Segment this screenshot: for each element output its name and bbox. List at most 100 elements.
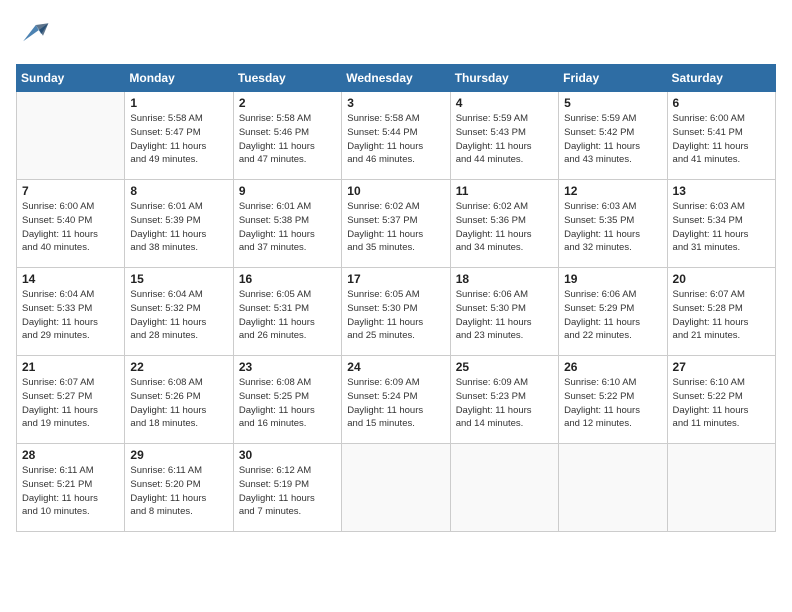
calendar-cell	[559, 444, 667, 532]
day-number: 12	[564, 184, 661, 198]
calendar-cell: 13 Sunrise: 6:03 AM Sunset: 5:34 PM Dayli…	[667, 180, 775, 268]
day-number: 21	[22, 360, 119, 374]
day-number: 28	[22, 448, 119, 462]
calendar-cell	[17, 92, 125, 180]
day-number: 8	[130, 184, 227, 198]
day-number: 17	[347, 272, 444, 286]
day-info: Sunrise: 6:11 AM Sunset: 5:20 PM Dayligh…	[130, 464, 227, 519]
day-number: 13	[673, 184, 770, 198]
day-number: 27	[673, 360, 770, 374]
calendar-cell: 16 Sunrise: 6:05 AM Sunset: 5:31 PM Dayli…	[233, 268, 341, 356]
calendar-cell: 4 Sunrise: 5:59 AM Sunset: 5:43 PM Daylig…	[450, 92, 558, 180]
day-info: Sunrise: 6:10 AM Sunset: 5:22 PM Dayligh…	[564, 376, 661, 431]
day-info: Sunrise: 6:03 AM Sunset: 5:34 PM Dayligh…	[673, 200, 770, 255]
day-info: Sunrise: 6:05 AM Sunset: 5:31 PM Dayligh…	[239, 288, 336, 343]
day-number: 22	[130, 360, 227, 374]
day-info: Sunrise: 6:12 AM Sunset: 5:19 PM Dayligh…	[239, 464, 336, 519]
weekday-header-saturday: Saturday	[667, 65, 775, 92]
day-info: Sunrise: 5:59 AM Sunset: 5:43 PM Dayligh…	[456, 112, 553, 167]
calendar-cell: 2 Sunrise: 5:58 AM Sunset: 5:46 PM Daylig…	[233, 92, 341, 180]
day-number: 11	[456, 184, 553, 198]
calendar-cell: 22 Sunrise: 6:08 AM Sunset: 5:26 PM Dayli…	[125, 356, 233, 444]
day-number: 24	[347, 360, 444, 374]
day-info: Sunrise: 6:00 AM Sunset: 5:41 PM Dayligh…	[673, 112, 770, 167]
day-info: Sunrise: 6:06 AM Sunset: 5:30 PM Dayligh…	[456, 288, 553, 343]
calendar-cell: 23 Sunrise: 6:08 AM Sunset: 5:25 PM Dayli…	[233, 356, 341, 444]
day-number: 19	[564, 272, 661, 286]
day-info: Sunrise: 5:59 AM Sunset: 5:42 PM Dayligh…	[564, 112, 661, 167]
day-number: 2	[239, 96, 336, 110]
day-number: 10	[347, 184, 444, 198]
day-info: Sunrise: 6:08 AM Sunset: 5:25 PM Dayligh…	[239, 376, 336, 431]
day-info: Sunrise: 6:07 AM Sunset: 5:28 PM Dayligh…	[673, 288, 770, 343]
day-info: Sunrise: 6:03 AM Sunset: 5:35 PM Dayligh…	[564, 200, 661, 255]
weekday-header-friday: Friday	[559, 65, 667, 92]
day-info: Sunrise: 5:58 AM Sunset: 5:47 PM Dayligh…	[130, 112, 227, 167]
calendar-cell	[450, 444, 558, 532]
calendar-table: SundayMondayTuesdayWednesdayThursdayFrid…	[16, 64, 776, 532]
calendar-cell: 8 Sunrise: 6:01 AM Sunset: 5:39 PM Daylig…	[125, 180, 233, 268]
day-number: 16	[239, 272, 336, 286]
calendar-cell: 29 Sunrise: 6:11 AM Sunset: 5:20 PM Dayli…	[125, 444, 233, 532]
calendar-cell	[667, 444, 775, 532]
day-number: 26	[564, 360, 661, 374]
day-info: Sunrise: 5:58 AM Sunset: 5:46 PM Dayligh…	[239, 112, 336, 167]
calendar-cell: 15 Sunrise: 6:04 AM Sunset: 5:32 PM Dayli…	[125, 268, 233, 356]
weekday-header-sunday: Sunday	[17, 65, 125, 92]
calendar-cell: 17 Sunrise: 6:05 AM Sunset: 5:30 PM Dayli…	[342, 268, 450, 356]
day-number: 18	[456, 272, 553, 286]
day-info: Sunrise: 6:09 AM Sunset: 5:24 PM Dayligh…	[347, 376, 444, 431]
calendar-cell: 11 Sunrise: 6:02 AM Sunset: 5:36 PM Dayli…	[450, 180, 558, 268]
calendar-cell: 21 Sunrise: 6:07 AM Sunset: 5:27 PM Dayli…	[17, 356, 125, 444]
day-info: Sunrise: 6:10 AM Sunset: 5:22 PM Dayligh…	[673, 376, 770, 431]
calendar-cell: 26 Sunrise: 6:10 AM Sunset: 5:22 PM Dayli…	[559, 356, 667, 444]
day-number: 7	[22, 184, 119, 198]
calendar-cell: 12 Sunrise: 6:03 AM Sunset: 5:35 PM Dayli…	[559, 180, 667, 268]
day-number: 1	[130, 96, 227, 110]
day-info: Sunrise: 6:04 AM Sunset: 5:33 PM Dayligh…	[22, 288, 119, 343]
calendar-cell: 5 Sunrise: 5:59 AM Sunset: 5:42 PM Daylig…	[559, 92, 667, 180]
day-info: Sunrise: 6:06 AM Sunset: 5:29 PM Dayligh…	[564, 288, 661, 343]
day-number: 3	[347, 96, 444, 110]
day-info: Sunrise: 6:02 AM Sunset: 5:36 PM Dayligh…	[456, 200, 553, 255]
day-info: Sunrise: 6:09 AM Sunset: 5:23 PM Dayligh…	[456, 376, 553, 431]
day-info: Sunrise: 6:11 AM Sunset: 5:21 PM Dayligh…	[22, 464, 119, 519]
calendar-cell: 6 Sunrise: 6:00 AM Sunset: 5:41 PM Daylig…	[667, 92, 775, 180]
day-number: 4	[456, 96, 553, 110]
logo	[16, 16, 56, 52]
day-number: 5	[564, 96, 661, 110]
calendar-cell: 19 Sunrise: 6:06 AM Sunset: 5:29 PM Dayli…	[559, 268, 667, 356]
day-info: Sunrise: 6:05 AM Sunset: 5:30 PM Dayligh…	[347, 288, 444, 343]
calendar-cell: 1 Sunrise: 5:58 AM Sunset: 5:47 PM Daylig…	[125, 92, 233, 180]
day-number: 14	[22, 272, 119, 286]
day-info: Sunrise: 6:02 AM Sunset: 5:37 PM Dayligh…	[347, 200, 444, 255]
day-number: 15	[130, 272, 227, 286]
calendar-cell: 20 Sunrise: 6:07 AM Sunset: 5:28 PM Dayli…	[667, 268, 775, 356]
day-info: Sunrise: 5:58 AM Sunset: 5:44 PM Dayligh…	[347, 112, 444, 167]
calendar-cell: 7 Sunrise: 6:00 AM Sunset: 5:40 PM Daylig…	[17, 180, 125, 268]
calendar-cell: 10 Sunrise: 6:02 AM Sunset: 5:37 PM Dayli…	[342, 180, 450, 268]
calendar-cell: 3 Sunrise: 5:58 AM Sunset: 5:44 PM Daylig…	[342, 92, 450, 180]
day-info: Sunrise: 6:04 AM Sunset: 5:32 PM Dayligh…	[130, 288, 227, 343]
day-number: 30	[239, 448, 336, 462]
weekday-header-monday: Monday	[125, 65, 233, 92]
calendar-cell: 14 Sunrise: 6:04 AM Sunset: 5:33 PM Dayli…	[17, 268, 125, 356]
day-info: Sunrise: 6:08 AM Sunset: 5:26 PM Dayligh…	[130, 376, 227, 431]
day-number: 6	[673, 96, 770, 110]
day-info: Sunrise: 6:07 AM Sunset: 5:27 PM Dayligh…	[22, 376, 119, 431]
calendar-cell: 18 Sunrise: 6:06 AM Sunset: 5:30 PM Dayli…	[450, 268, 558, 356]
day-number: 23	[239, 360, 336, 374]
calendar-cell: 25 Sunrise: 6:09 AM Sunset: 5:23 PM Dayli…	[450, 356, 558, 444]
day-info: Sunrise: 6:00 AM Sunset: 5:40 PM Dayligh…	[22, 200, 119, 255]
day-info: Sunrise: 6:01 AM Sunset: 5:39 PM Dayligh…	[130, 200, 227, 255]
page-header	[16, 16, 776, 52]
weekday-header-tuesday: Tuesday	[233, 65, 341, 92]
weekday-header-wednesday: Wednesday	[342, 65, 450, 92]
day-info: Sunrise: 6:01 AM Sunset: 5:38 PM Dayligh…	[239, 200, 336, 255]
calendar-cell: 24 Sunrise: 6:09 AM Sunset: 5:24 PM Dayli…	[342, 356, 450, 444]
weekday-header-thursday: Thursday	[450, 65, 558, 92]
day-number: 25	[456, 360, 553, 374]
day-number: 29	[130, 448, 227, 462]
day-number: 20	[673, 272, 770, 286]
calendar-cell: 30 Sunrise: 6:12 AM Sunset: 5:19 PM Dayli…	[233, 444, 341, 532]
